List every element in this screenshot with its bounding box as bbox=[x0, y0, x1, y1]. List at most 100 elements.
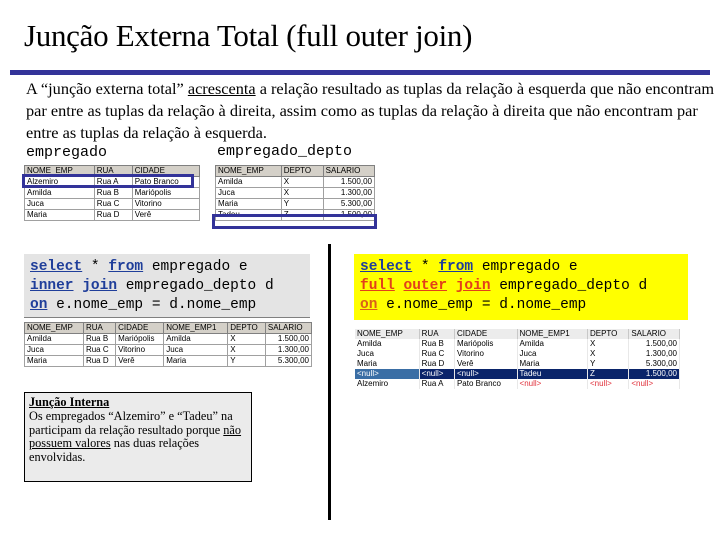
cell: 1.500,00 bbox=[628, 339, 680, 349]
column-header: NOME_EMP1 bbox=[163, 322, 229, 334]
note-body: Os empregados “Alzemiro” e “Tadeu” na pa… bbox=[29, 408, 247, 465]
sql-keyword: join bbox=[455, 278, 491, 294]
cell: 1.500,00 bbox=[628, 369, 680, 379]
table-row[interactable]: Juca Rua C Vitorino Juca X 1.300,00 bbox=[355, 349, 680, 359]
cell: X bbox=[587, 339, 630, 349]
vertical-divider bbox=[328, 244, 331, 520]
null-cell: <null> bbox=[454, 369, 518, 379]
highlight-unmatched-right-row bbox=[212, 214, 377, 229]
empregado-depto-table: NOME_EMP DEPTO SALARIO Amilda X 1.500,00 J… bbox=[215, 165, 376, 221]
cell: 1.300,00 bbox=[264, 344, 313, 356]
table-row: Juca Rua C Vitorino Juca X 1.300,00 bbox=[24, 344, 313, 356]
sql-keyword: select bbox=[30, 259, 83, 275]
table-header-row: NOME_EMP DEPTO SALARIO bbox=[215, 165, 376, 177]
column-header: DEPTO bbox=[280, 165, 324, 177]
cell: Vitorino bbox=[131, 198, 201, 210]
cell: Juca bbox=[24, 344, 84, 356]
column-header: DEPTO bbox=[587, 329, 630, 339]
cell: Maria bbox=[24, 209, 95, 221]
cell: Z bbox=[587, 369, 630, 379]
null-cell: <null> bbox=[517, 379, 588, 389]
sql-text: e.nome_emp = d.nome_emp bbox=[47, 297, 257, 313]
inner-join-sql-block: select * from empregado e inner join emp… bbox=[24, 254, 310, 318]
cell: 1.300,00 bbox=[322, 187, 376, 199]
intro-underlined-word: acrescenta bbox=[187, 79, 256, 98]
cell: Rua C bbox=[93, 198, 133, 210]
column-header: RUA bbox=[419, 329, 455, 339]
column-header: NOME_EMP bbox=[215, 165, 282, 177]
cell: Amilda bbox=[355, 339, 420, 349]
cell: Rua D bbox=[82, 355, 117, 367]
null-cell: <null> bbox=[355, 369, 420, 379]
table-row: Juca X 1.300,00 bbox=[215, 187, 376, 199]
sql-keyword: from bbox=[438, 259, 474, 275]
intro-text-before: A “junção externa total” bbox=[26, 79, 188, 98]
cell: Alzemiro bbox=[355, 379, 420, 389]
sql-text: empregado_depto d bbox=[117, 278, 274, 294]
cell: Amilda bbox=[24, 187, 95, 199]
cell: Maria bbox=[215, 198, 282, 210]
cell: Vitorino bbox=[115, 344, 165, 356]
highlight-unmatched-left-row bbox=[22, 174, 194, 188]
table-header-row: NOME_EMP RUA CIDADE NOME_EMP1 DEPTO SALA… bbox=[355, 329, 680, 339]
table-row[interactable]: Alzemiro Rua A Pato Branco <null> <null> <nul… bbox=[355, 379, 680, 389]
sql-keyword: join bbox=[82, 278, 118, 294]
sql-text: empregado e bbox=[143, 259, 248, 275]
note-text-before: Os empregados “Alzemiro” e “Tadeu” na pa… bbox=[29, 408, 233, 437]
cell: Juca bbox=[24, 198, 95, 210]
cell: 5.300,00 bbox=[322, 198, 376, 210]
cell: Amilda bbox=[517, 339, 588, 349]
empregado-depto-label: empregado_depto bbox=[217, 143, 353, 160]
intro-paragraph: A “junção externa total” acrescenta a re… bbox=[26, 78, 716, 144]
cell: Amilda bbox=[215, 176, 282, 188]
cell: 1.500,00 bbox=[264, 333, 313, 345]
cell: Mariópolis bbox=[454, 339, 518, 349]
cell: Amilda bbox=[163, 333, 229, 345]
cell: Juca bbox=[517, 349, 588, 359]
inner-join-note-box: Junção Interna Os empregados “Alzemiro” … bbox=[24, 392, 252, 482]
cell: 1.500,00 bbox=[322, 176, 376, 188]
cell: Pato Branco bbox=[454, 379, 518, 389]
cell: 1.300,00 bbox=[628, 349, 680, 359]
cell: Mariópolis bbox=[131, 187, 201, 199]
full-outer-join-sql-block: select * from empregado e full outer joi… bbox=[354, 254, 688, 320]
cell: Y bbox=[227, 355, 266, 367]
cell: X bbox=[587, 349, 630, 359]
column-header: SALARIO bbox=[264, 322, 313, 334]
cell: Verê bbox=[454, 359, 518, 369]
cell: X bbox=[280, 176, 324, 188]
table-row[interactable]: Maria Rua D Verê Maria Y 5.300,00 bbox=[355, 359, 680, 369]
cell: Verê bbox=[131, 209, 201, 221]
table-row: Maria Rua D Verê Maria Y 5.300,00 bbox=[24, 355, 313, 367]
sql-keyword: outer bbox=[403, 278, 448, 294]
cell: Rua A bbox=[419, 379, 455, 389]
null-cell: <null> bbox=[628, 379, 680, 389]
cell: Maria bbox=[163, 355, 229, 367]
slide-title: Junção Externa Total (full outer join) bbox=[24, 18, 473, 53]
column-header: CIDADE bbox=[115, 322, 165, 334]
table-row-selected[interactable]: <null> <null> <null> Tadeu Z 1.500,00 bbox=[355, 369, 680, 379]
cell: Y bbox=[587, 359, 630, 369]
cell: Y bbox=[280, 198, 324, 210]
column-header: NOME_EMP1 bbox=[517, 329, 588, 339]
table-row[interactable]: Amilda Rua B Mariópolis Amilda X 1.500,00 bbox=[355, 339, 680, 349]
table-row: Amilda Rua B Mariópolis bbox=[24, 187, 201, 199]
column-header: SALARIO bbox=[628, 329, 680, 339]
cell: X bbox=[227, 333, 266, 345]
sql-keyword: on bbox=[30, 297, 48, 313]
cell: Juca bbox=[163, 344, 229, 356]
cell: Juca bbox=[355, 349, 420, 359]
inner-join-result-table: NOME_EMP RUA CIDADE NOME_EMP1 DEPTO SALA… bbox=[24, 322, 313, 367]
cell: Maria bbox=[517, 359, 588, 369]
cell: 5.300,00 bbox=[264, 355, 313, 367]
null-cell: <null> bbox=[587, 379, 630, 389]
sql-keyword: inner bbox=[30, 278, 74, 294]
column-header: DEPTO bbox=[227, 322, 266, 334]
cell: Rua C bbox=[82, 344, 117, 356]
cell: Rua B bbox=[82, 333, 117, 345]
cell: X bbox=[280, 187, 324, 199]
table-row: Juca Rua C Vitorino bbox=[24, 198, 201, 210]
sql-keyword: from bbox=[108, 259, 144, 275]
title-divider bbox=[10, 70, 710, 75]
cell: Maria bbox=[24, 355, 84, 367]
